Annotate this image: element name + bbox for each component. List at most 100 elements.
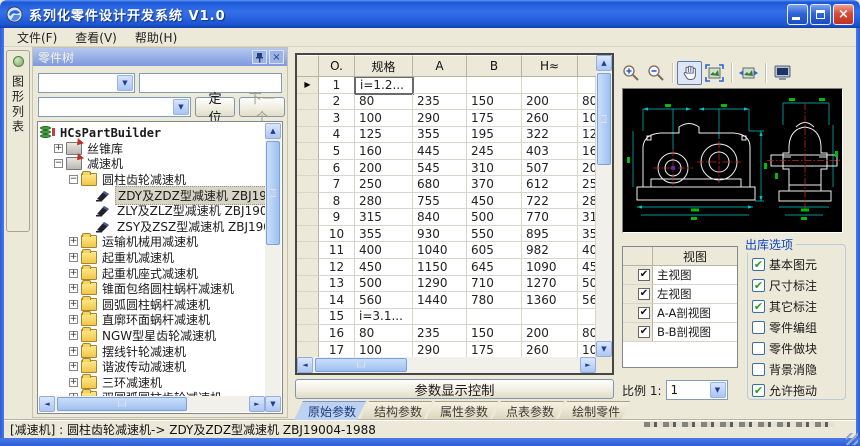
view-checkbox[interactable] bbox=[638, 288, 650, 300]
table-cell[interactable]: 160 bbox=[578, 143, 596, 160]
tree-item[interactable]: 三环减速机 bbox=[39, 375, 265, 391]
view-checkbox[interactable] bbox=[638, 269, 650, 281]
table-cell[interactable]: 560 bbox=[355, 292, 413, 309]
output-option[interactable]: 零件编组 bbox=[752, 319, 817, 336]
table-cell[interactable]: 840 bbox=[413, 209, 467, 226]
tree-scroll-thumb-h[interactable] bbox=[57, 397, 187, 411]
expand-icon[interactable] bbox=[69, 253, 78, 262]
table-cell[interactable]: 290 bbox=[413, 110, 467, 127]
table-cell[interactable]: 250 bbox=[578, 176, 596, 193]
expand-icon[interactable] bbox=[69, 284, 78, 293]
table-cell[interactable]: 235 bbox=[413, 94, 467, 111]
output-option[interactable]: 尺寸标注 bbox=[752, 277, 817, 294]
view-checkbox[interactable] bbox=[638, 307, 650, 319]
tab-原始参数[interactable]: 原始参数 bbox=[294, 401, 366, 420]
table-cell[interactable]: 780 bbox=[467, 292, 522, 309]
table-row[interactable]: 1245011506451090450 bbox=[297, 259, 596, 276]
table-cell[interactable]: 322 bbox=[522, 127, 578, 144]
menu-item-2[interactable]: 帮助(H) bbox=[126, 28, 186, 47]
tree-item[interactable]: 圆弧圆柱蜗杆减速机 bbox=[39, 297, 265, 313]
table-scroll-thumb[interactable] bbox=[597, 73, 611, 165]
expand-icon[interactable] bbox=[54, 144, 63, 153]
table-scroll-thumb-h[interactable] bbox=[315, 358, 407, 372]
table-row[interactable]: 8280755450722280 bbox=[297, 193, 596, 210]
panel-close-button[interactable]: × bbox=[269, 50, 284, 64]
table-cell[interactable] bbox=[578, 309, 596, 326]
table-cell[interactable]: 450 bbox=[578, 259, 596, 276]
table-cell[interactable]: 1040 bbox=[413, 242, 467, 259]
table-cell[interactable]: 160 bbox=[355, 143, 413, 160]
table-cell[interactable]: 200 bbox=[522, 325, 578, 342]
expand-icon[interactable] bbox=[69, 237, 78, 246]
scroll-left-icon[interactable] bbox=[297, 357, 313, 373]
param-display-control-button[interactable]: 参数显示控制 bbox=[295, 379, 614, 399]
tree-vertical-scrollbar[interactable] bbox=[265, 123, 281, 412]
expand-icon[interactable] bbox=[69, 315, 78, 324]
table-cell[interactable]: 355 bbox=[413, 127, 467, 144]
tab-属性参数[interactable]: 属性参数 bbox=[426, 401, 498, 420]
table-cell[interactable]: 290 bbox=[413, 342, 467, 357]
maximize-button[interactable] bbox=[810, 4, 831, 25]
table-row[interactable]: 1i=1.2... bbox=[297, 77, 596, 94]
display-button[interactable] bbox=[770, 61, 795, 85]
tab-结构参数[interactable]: 结构参数 bbox=[360, 401, 432, 420]
scroll-left-icon[interactable] bbox=[39, 396, 55, 412]
table-cell[interactable]: 445 bbox=[413, 143, 467, 160]
table-cell[interactable]: 100 bbox=[578, 110, 596, 127]
pin-button[interactable] bbox=[252, 50, 267, 64]
table-cell[interactable]: 550 bbox=[467, 226, 522, 243]
table-cell[interactable]: 400 bbox=[578, 242, 596, 259]
cad-preview-canvas[interactable] bbox=[622, 88, 843, 233]
output-option[interactable]: 零件做块 bbox=[752, 340, 817, 357]
table-row[interactable]: 15i=3.1... bbox=[297, 309, 596, 326]
menu-item-0[interactable]: 文件(F) bbox=[8, 28, 66, 47]
expand-icon[interactable] bbox=[69, 362, 78, 371]
tree-item[interactable]: HCsPartBuilder bbox=[39, 125, 265, 141]
table-cell[interactable]: 1270 bbox=[522, 276, 578, 293]
tree-item[interactable]: 丝锥库 bbox=[39, 141, 265, 157]
table-cell[interactable]: 560 bbox=[578, 292, 596, 309]
table-row[interactable]: 10355930550895355 bbox=[297, 226, 596, 243]
table-cell[interactable]: 1150 bbox=[413, 259, 467, 276]
zoom-in-button[interactable] bbox=[618, 61, 643, 85]
expand-icon[interactable] bbox=[69, 300, 78, 309]
next-button[interactable]: 下一个 bbox=[239, 97, 285, 117]
tree-locate-combo[interactable] bbox=[38, 97, 191, 117]
table-row[interactable]: 5160445245403160 bbox=[297, 143, 596, 160]
option-checkbox[interactable] bbox=[752, 300, 765, 313]
table-cell[interactable]: 1440 bbox=[413, 292, 467, 309]
table-cell[interactable]: 235 bbox=[413, 325, 467, 342]
table-row[interactable]: 168023515020080 bbox=[297, 325, 596, 342]
table-row[interactable]: 17100290175260100 bbox=[297, 342, 596, 357]
table-cell[interactable]: 605 bbox=[467, 242, 522, 259]
pan-view-button[interactable] bbox=[736, 61, 761, 85]
table-cell[interactable]: 80 bbox=[578, 325, 596, 342]
table-cell[interactable]: 645 bbox=[467, 259, 522, 276]
scale-select[interactable]: 1 bbox=[666, 380, 728, 400]
collapse-icon[interactable] bbox=[69, 175, 78, 184]
scroll-down-icon[interactable] bbox=[265, 396, 281, 412]
table-cell[interactable]: 450 bbox=[355, 259, 413, 276]
tree-item[interactable]: 直廓环面蜗杆减速机 bbox=[39, 312, 265, 328]
table-cell[interactable]: 355 bbox=[355, 226, 413, 243]
tree-item[interactable]: 起重机减速机 bbox=[39, 250, 265, 266]
table-cell[interactable]: 370 bbox=[467, 176, 522, 193]
table-cell[interactable]: 1090 bbox=[522, 259, 578, 276]
table-cell[interactable]: 507 bbox=[522, 160, 578, 177]
table-cell[interactable]: 200 bbox=[355, 160, 413, 177]
expand-icon[interactable] bbox=[69, 378, 78, 387]
tree-item[interactable]: 起重机座式减速机 bbox=[39, 265, 265, 281]
table-row[interactable]: 6200545310507200 bbox=[297, 160, 596, 177]
table-cell[interactable]: 500 bbox=[355, 276, 413, 293]
view-checkbox[interactable] bbox=[638, 326, 650, 338]
table-cell[interactable]: 400 bbox=[355, 242, 413, 259]
table-row[interactable]: 1350012907101270500 bbox=[297, 276, 596, 293]
minimize-button[interactable] bbox=[787, 4, 808, 25]
table-cell[interactable]: 150 bbox=[467, 325, 522, 342]
tree-item[interactable]: ZSY及ZSZ型减速机 ZBJ19004 bbox=[39, 219, 265, 235]
table-cell[interactable]: 175 bbox=[467, 110, 522, 127]
table-cell[interactable] bbox=[467, 77, 522, 94]
table-cell[interactable]: 100 bbox=[355, 110, 413, 127]
tree-item[interactable]: 锥面包络圆柱蜗杆减速机 bbox=[39, 281, 265, 297]
output-option[interactable]: 背景消隐 bbox=[752, 361, 817, 378]
